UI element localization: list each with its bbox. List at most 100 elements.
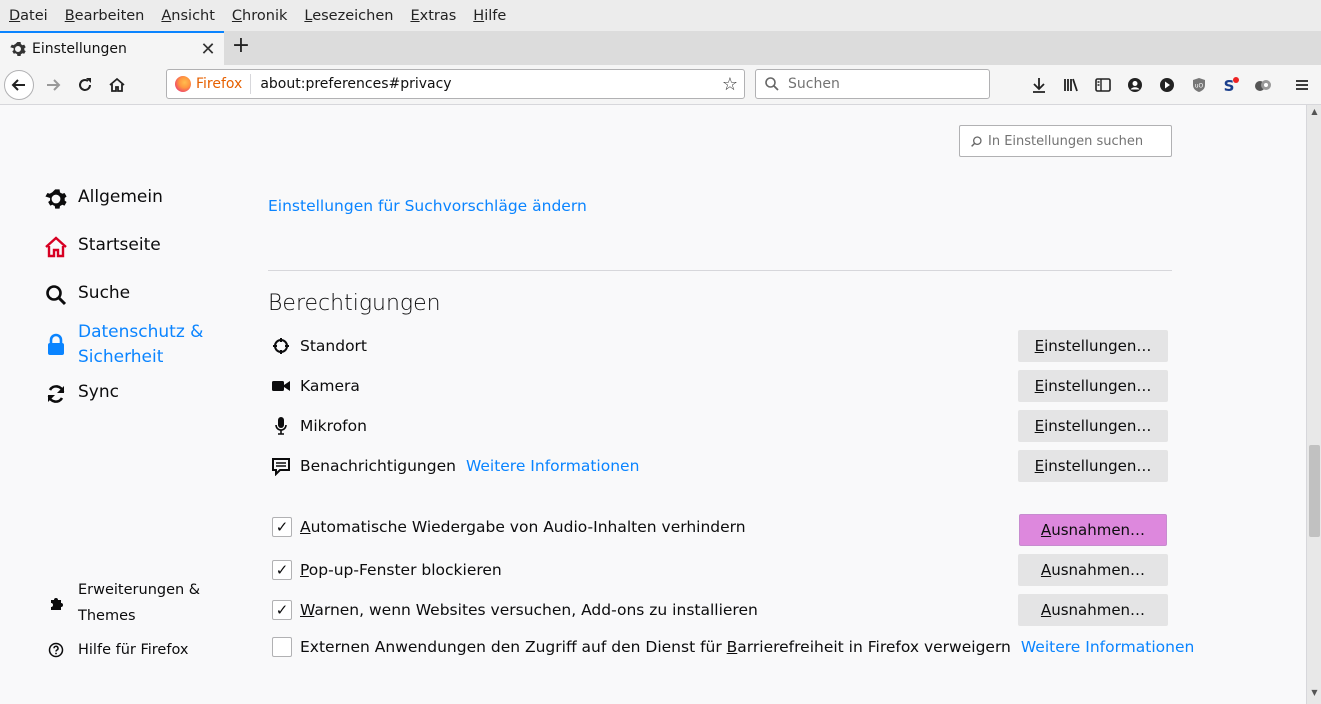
identity-label: Firefox xyxy=(196,76,243,92)
search-placeholder: Suchen xyxy=(788,76,840,92)
svg-text:S: S xyxy=(1224,77,1235,94)
download-icon xyxy=(1033,78,1045,93)
tab-bar: Einstellungen ✕ + xyxy=(0,31,1321,65)
addons-warning-checkbox-row[interactable]: ✓ Warnen, wenn Websites versuchen, Add-o… xyxy=(272,594,758,626)
addons-exceptions-button[interactable]: Ausnahmen… xyxy=(1018,594,1168,626)
search-icon xyxy=(765,77,779,91)
category-label: Hilfe für Firefox xyxy=(78,642,189,658)
extension-balls-button[interactable] xyxy=(1252,74,1274,96)
category-sync[interactable]: Sync xyxy=(44,382,119,406)
autoplay-checkbox[interactable]: ✓ xyxy=(272,517,292,537)
arrow-left-icon xyxy=(11,79,25,91)
menu-button[interactable] xyxy=(1291,74,1313,96)
category-erweiterungen[interactable]: Erweiterungen & Themes xyxy=(44,577,200,629)
kamera-settings-button[interactable]: Einstellungen… xyxy=(1018,370,1168,402)
ublock-button[interactable]: uO xyxy=(1188,74,1210,96)
notification-icon xyxy=(270,455,292,477)
notifications-learn-more-link[interactable]: Weitere Informationen xyxy=(466,457,639,475)
permission-kamera: Kamera xyxy=(270,370,360,402)
section-divider xyxy=(268,270,1172,271)
back-button[interactable] xyxy=(4,70,34,100)
menu-bearbeiten[interactable]: Bearbeiten xyxy=(59,8,151,24)
scroll-up-arrow-icon[interactable]: ▲ xyxy=(1307,107,1321,121)
category-allgemein[interactable]: Allgemein xyxy=(44,187,163,211)
url-text[interactable]: about:preferences#privacy xyxy=(251,76,716,92)
menu-chronik[interactable]: Chronik xyxy=(226,8,293,24)
account-button[interactable] xyxy=(1124,74,1146,96)
accessibility-checkbox[interactable] xyxy=(272,637,292,657)
permission-label: Mikrofon xyxy=(300,417,367,435)
bookmark-star-icon[interactable]: ☆ xyxy=(716,74,744,95)
mikrofon-settings-button[interactable]: Einstellungen… xyxy=(1018,410,1168,442)
sidebar-icon xyxy=(1095,78,1111,92)
accessibility-learn-more-link[interactable]: Weitere Informationen xyxy=(1021,638,1194,656)
category-label: Startseite xyxy=(78,235,161,255)
scroll-down-arrow-icon[interactable]: ▼ xyxy=(1307,688,1321,702)
preferences-search-placeholder: In Einstellungen suchen xyxy=(988,133,1144,149)
standort-settings-button[interactable]: Einstellungen… xyxy=(1018,330,1168,362)
checkbox-label: Pop-up-Fenster blockieren xyxy=(300,561,502,579)
category-datenschutz[interactable]: Datenschutz & Sicherheit xyxy=(44,320,203,370)
close-tab-icon[interactable]: ✕ xyxy=(196,39,220,60)
menu-ansicht[interactable]: Ansicht xyxy=(155,8,221,24)
popup-exceptions-button[interactable]: Ausnahmen… xyxy=(1018,554,1168,586)
menu-datei[interactable]: Datei xyxy=(3,8,54,24)
search-suggestions-link[interactable]: Einstellungen für Suchvorschläge ändern xyxy=(268,197,587,215)
help-link[interactable]: Hilfe für Firefox xyxy=(44,637,188,663)
benachrichtigungen-settings-button[interactable]: Einstellungen… xyxy=(1018,450,1168,482)
menu-lesezeichen[interactable]: Lesezeichen xyxy=(298,8,399,24)
sidebar-button[interactable] xyxy=(1092,74,1114,96)
popup-checkbox[interactable]: ✓ xyxy=(272,560,292,580)
permission-label: Benachrichtigungen xyxy=(300,457,456,475)
checkbox-label: Externen Anwendungen den Zugriff auf den… xyxy=(300,638,1011,656)
forward-button[interactable] xyxy=(38,70,68,100)
category-suche[interactable]: Suche xyxy=(44,283,130,307)
popup-checkbox-row[interactable]: ✓ Pop-up-Fenster blockieren xyxy=(272,554,502,586)
search-bar[interactable]: Suchen xyxy=(755,69,990,99)
preferences-page: In Einstellungen suchen Allgemein Starts… xyxy=(0,105,1306,704)
category-label: Allgemein xyxy=(78,187,163,207)
gear-icon xyxy=(10,42,26,56)
account-icon xyxy=(1128,78,1142,92)
autoplay-exceptions-button[interactable]: Ausnahmen… xyxy=(1019,514,1167,546)
menu-extras[interactable]: Extras xyxy=(404,8,462,24)
library-button[interactable] xyxy=(1060,74,1082,96)
navigation-bar: Firefox about:preferences#privacy ☆ Such… xyxy=(0,65,1321,105)
url-bar[interactable]: Firefox about:preferences#privacy ☆ xyxy=(166,69,745,99)
extension-s-button[interactable]: S xyxy=(1220,74,1242,96)
reload-icon xyxy=(79,78,91,91)
permission-label: Standort xyxy=(300,337,368,355)
scrollbar-thumb[interactable] xyxy=(1309,445,1320,537)
home-button[interactable] xyxy=(102,70,132,100)
identity-box[interactable]: Firefox xyxy=(167,74,252,94)
accessibility-checkbox-row[interactable]: Externen Anwendungen den Zugriff auf den… xyxy=(272,631,1194,663)
tab-einstellungen[interactable]: Einstellungen ✕ xyxy=(0,31,224,65)
category-label: Datenschutz & Sicherheit xyxy=(78,322,204,367)
location-icon xyxy=(270,335,292,357)
menu-hilfe[interactable]: Hilfe xyxy=(467,8,512,24)
camera-icon xyxy=(270,375,292,397)
permissions-heading: Berechtigungen xyxy=(268,291,441,316)
home-icon xyxy=(44,235,68,259)
downloads-button[interactable] xyxy=(1028,74,1050,96)
microphone-icon xyxy=(270,415,292,437)
extension-balls-icon xyxy=(1255,80,1271,91)
puzzle-icon xyxy=(44,591,68,615)
play-icon xyxy=(1160,78,1174,92)
preferences-search-input[interactable]: In Einstellungen suchen xyxy=(959,125,1172,157)
permission-benachrichtigungen: Benachrichtigungen Weitere Informationen xyxy=(270,450,639,482)
svg-text:uO: uO xyxy=(1195,83,1204,90)
vertical-scrollbar[interactable]: ▲ ▼ xyxy=(1306,105,1321,704)
autoplay-checkbox-row[interactable]: ✓ Automatische Wiedergabe von Audio-Inha… xyxy=(272,511,746,543)
lock-icon xyxy=(44,333,68,357)
media-button[interactable] xyxy=(1156,74,1178,96)
permission-standort: Standort xyxy=(270,330,367,362)
menu-bar: Datei Bearbeiten Ansicht Chronik Lesezei… xyxy=(0,0,1321,31)
category-startseite[interactable]: Startseite xyxy=(44,235,161,259)
addons-warning-checkbox[interactable]: ✓ xyxy=(272,600,292,620)
category-label: Suche xyxy=(78,283,131,303)
new-tab-button[interactable]: + xyxy=(230,33,252,61)
shield-icon: uO xyxy=(1193,78,1205,92)
reload-button[interactable] xyxy=(70,70,100,100)
gear-icon xyxy=(44,187,68,211)
